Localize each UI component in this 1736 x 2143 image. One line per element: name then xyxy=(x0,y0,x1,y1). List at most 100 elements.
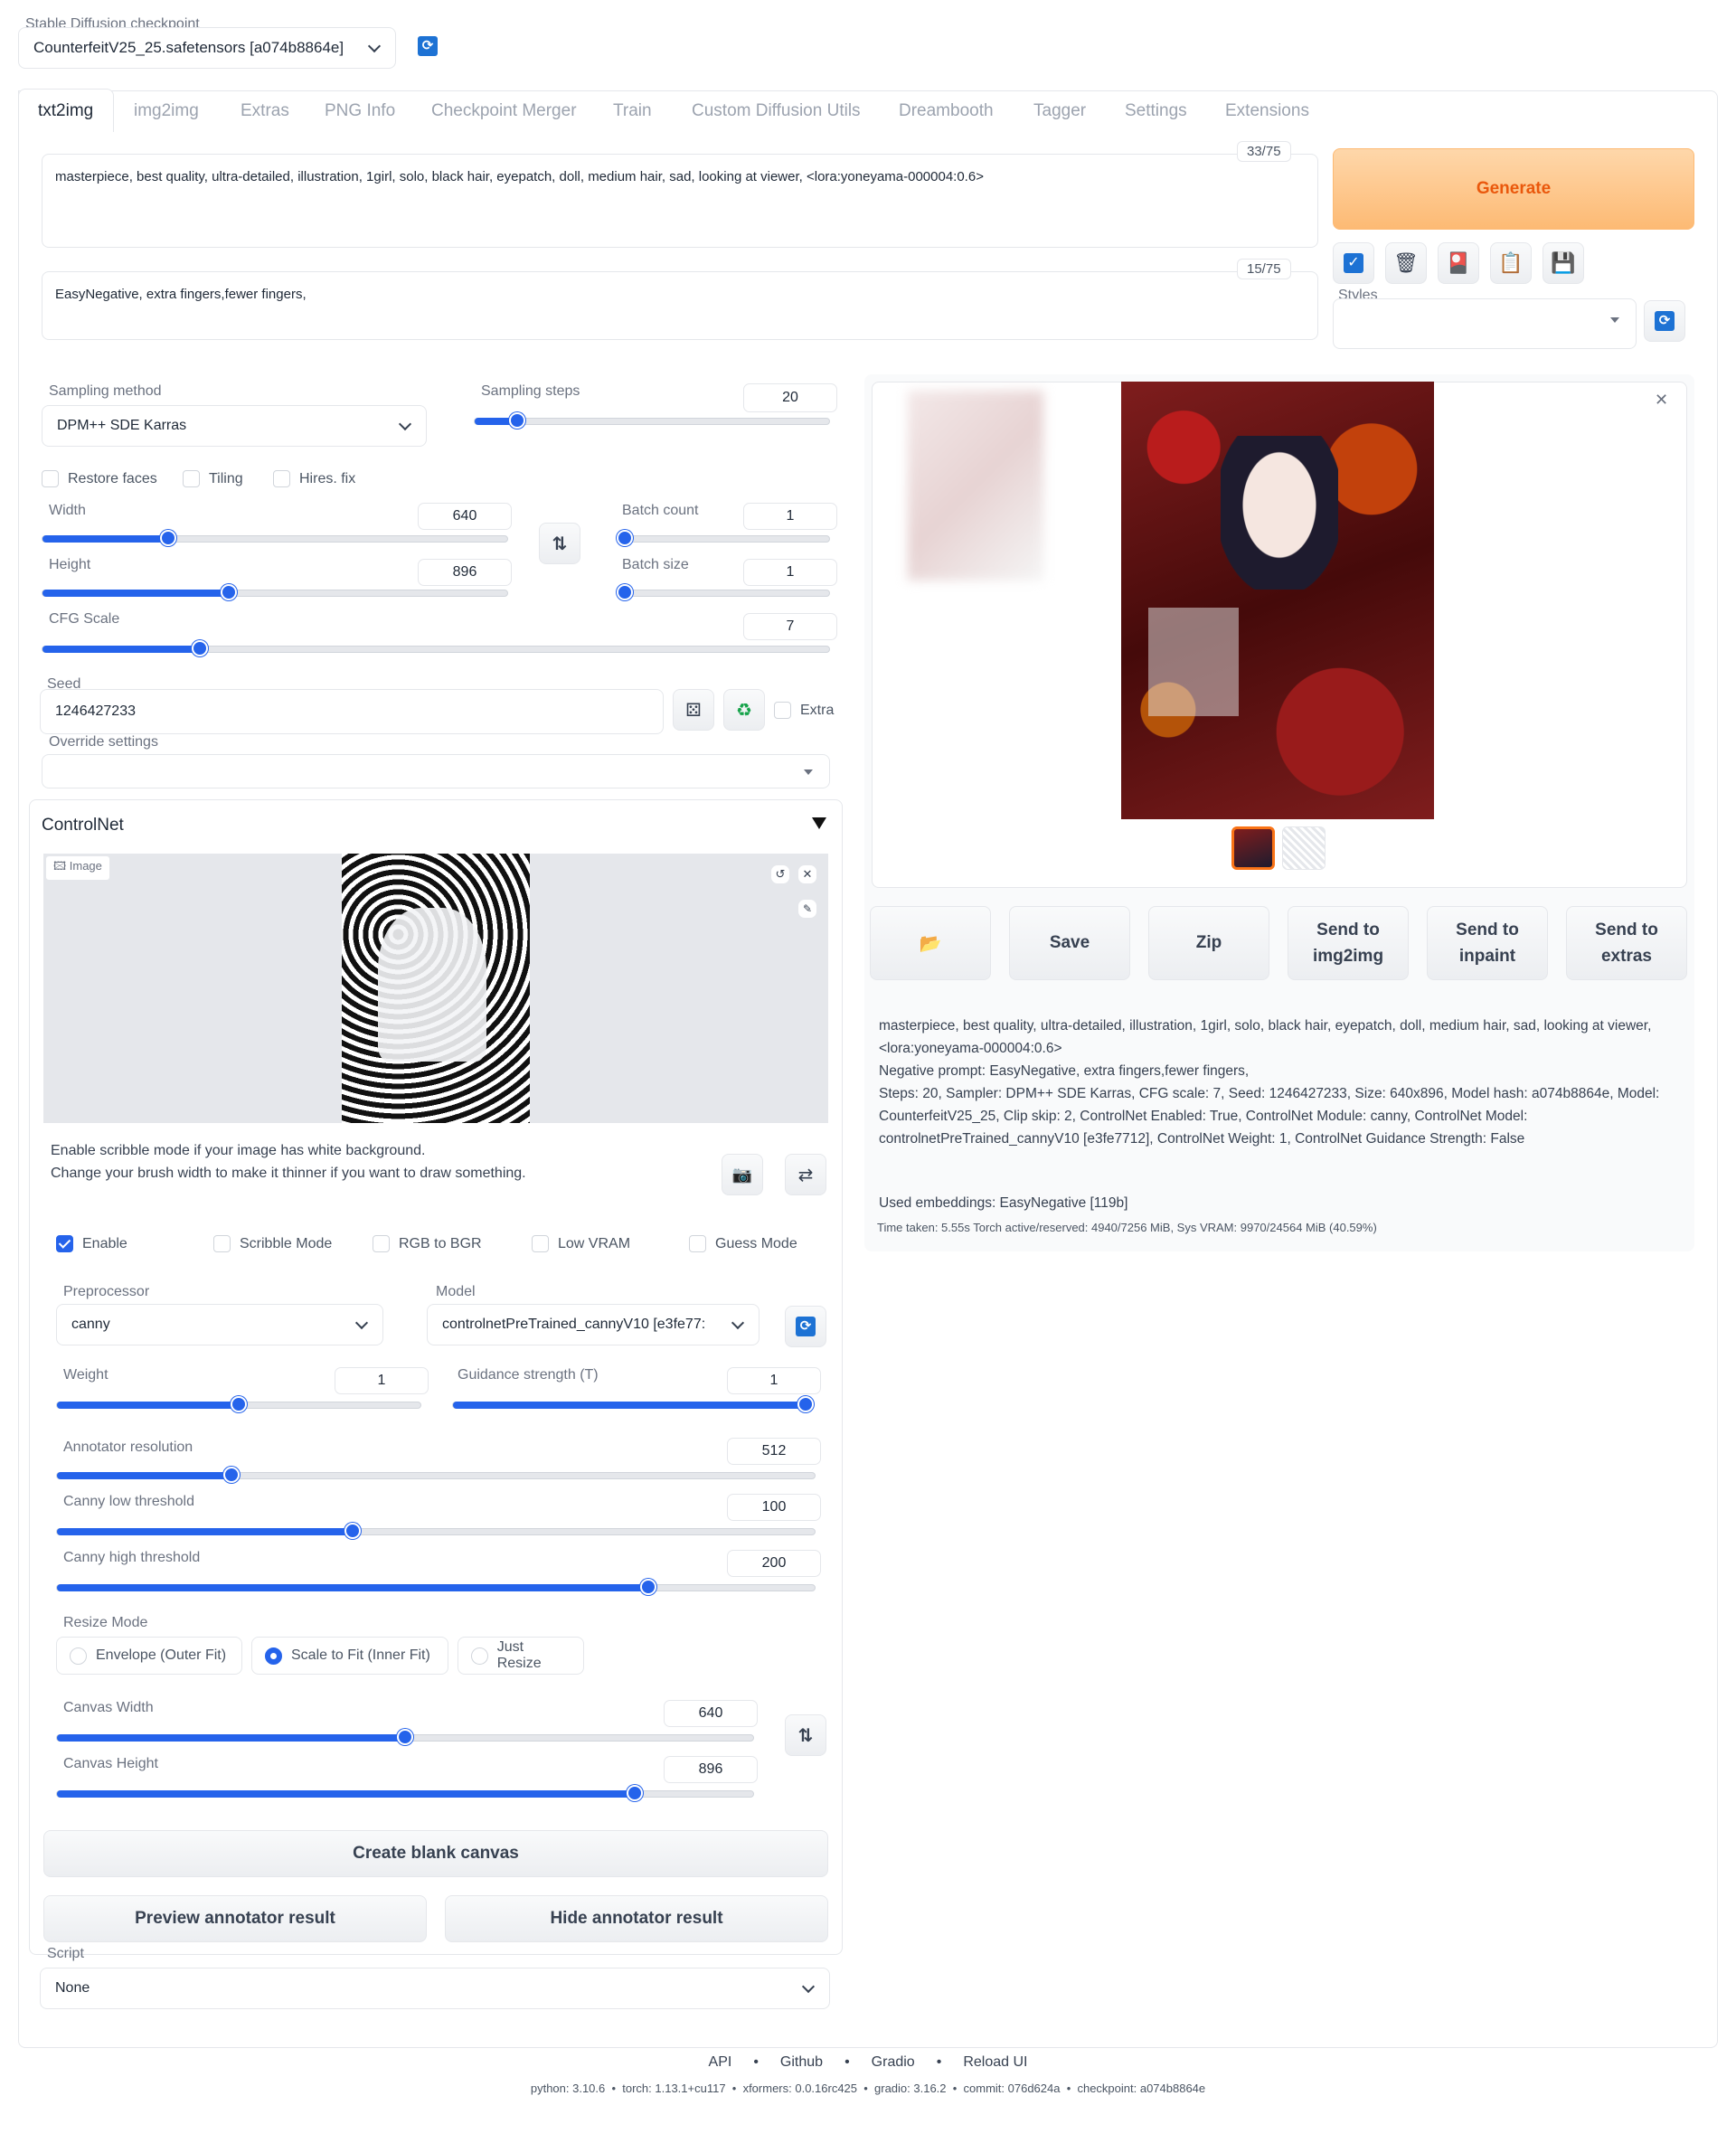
tab-img2img[interactable]: img2img xyxy=(134,101,199,121)
annotator-resolution-slider[interactable] xyxy=(56,1467,816,1483)
height-input[interactable]: 896 xyxy=(418,559,512,586)
slider-handle[interactable] xyxy=(344,1523,361,1539)
canvas-width-input[interactable]: 640 xyxy=(664,1700,758,1727)
checkbox[interactable] xyxy=(532,1235,549,1252)
weight-slider[interactable] xyxy=(56,1396,421,1412)
preprocessor-select[interactable]: canny xyxy=(56,1304,383,1345)
refresh-styles-button[interactable]: ⟳ xyxy=(1644,300,1685,342)
resize-envelope-radio[interactable]: Envelope (Outer Fit) xyxy=(56,1637,242,1675)
radio[interactable] xyxy=(471,1647,488,1665)
checkbox[interactable] xyxy=(183,470,200,487)
tab-custom-diffusion-utils[interactable]: Custom Diffusion Utils xyxy=(692,101,861,121)
checkbox[interactable] xyxy=(42,470,59,487)
slider-handle[interactable] xyxy=(220,584,237,600)
tab-dreambooth[interactable]: Dreambooth xyxy=(899,101,994,121)
thumbnail-annotator[interactable] xyxy=(1282,826,1326,870)
checkbox[interactable] xyxy=(213,1235,231,1252)
collapse-triangle-icon[interactable] xyxy=(812,817,826,829)
styles-select[interactable] xyxy=(1333,298,1637,349)
cfg-scale-input[interactable]: 7 xyxy=(743,613,837,640)
checkbox[interactable] xyxy=(373,1235,390,1252)
sampling-method-select[interactable]: DPM++ SDE Karras xyxy=(42,405,427,447)
canny-low-slider[interactable] xyxy=(56,1523,816,1539)
resize-just-resize-radio[interactable]: Just Resize xyxy=(458,1637,584,1675)
slider-handle[interactable] xyxy=(222,1467,240,1483)
open-folder-button[interactable]: 📂 xyxy=(870,906,991,980)
batch-count-input[interactable]: 1 xyxy=(743,503,837,530)
slider-handle[interactable] xyxy=(231,1396,247,1412)
thumbnail-result[interactable] xyxy=(1231,826,1275,870)
tab-extras[interactable]: Extras xyxy=(241,101,289,121)
hide-annotator-button[interactable]: Hide annotator result xyxy=(445,1895,828,1942)
checkbox[interactable] xyxy=(689,1235,706,1252)
tab-train[interactable]: Train xyxy=(613,101,652,121)
tiling-checkbox[interactable]: Tiling xyxy=(183,470,243,487)
checkbox[interactable] xyxy=(774,702,791,719)
save-style-button[interactable]: 💾 xyxy=(1543,242,1584,284)
script-select[interactable]: None xyxy=(40,1968,830,2009)
slider-handle[interactable] xyxy=(192,640,208,656)
low-vram-checkbox[interactable]: Low VRAM xyxy=(532,1235,630,1252)
save-button[interactable]: Save xyxy=(1009,906,1130,980)
footer-link-gradio[interactable]: Gradio xyxy=(872,2054,915,2071)
tab-checkpoint-merger[interactable]: Checkpoint Merger xyxy=(431,101,577,121)
tab-txt2img[interactable]: txt2img xyxy=(38,101,93,121)
slider-handle[interactable] xyxy=(509,412,526,429)
footer-link-github[interactable]: Github xyxy=(780,2054,823,2071)
model-select[interactable]: controlnetPreTrained_cannyV10 [e3fe77: xyxy=(427,1304,760,1345)
paste-button[interactable]: 📋 xyxy=(1490,242,1532,284)
send-to-extras-button[interactable]: Send to extras xyxy=(1566,906,1687,980)
canvas-height-slider[interactable] xyxy=(56,1785,754,1801)
slider-handle[interactable] xyxy=(617,584,633,600)
slider-handle[interactable] xyxy=(627,1785,644,1801)
width-slider[interactable] xyxy=(42,530,508,546)
batch-count-slider[interactable] xyxy=(617,530,830,546)
trash-button[interactable]: 🗑 xyxy=(1385,242,1427,284)
zip-button[interactable]: Zip xyxy=(1148,906,1269,980)
negative-prompt-textarea[interactable]: EasyNegative, extra fingers,fewer finger… xyxy=(42,271,1318,340)
cfg-scale-slider[interactable] xyxy=(42,640,830,656)
footer-link-api[interactable]: API xyxy=(709,2054,732,2071)
sampling-steps-input[interactable]: 20 xyxy=(743,383,837,412)
sampling-steps-slider[interactable] xyxy=(474,412,830,429)
camera-button[interactable]: 📷 xyxy=(722,1154,763,1195)
interrupt-button[interactable]: ✓ xyxy=(1333,242,1374,284)
guidance-strength-input[interactable]: 1 xyxy=(727,1367,821,1394)
slider-handle[interactable] xyxy=(159,530,176,546)
tab-tagger[interactable]: Tagger xyxy=(1033,101,1086,121)
checkbox[interactable] xyxy=(273,470,290,487)
batch-size-slider[interactable] xyxy=(617,584,830,600)
slider-handle[interactable] xyxy=(797,1396,814,1412)
footer-link-reload-ui[interactable]: Reload UI xyxy=(963,2054,1027,2071)
height-slider[interactable] xyxy=(42,584,508,600)
generated-image[interactable] xyxy=(1121,382,1434,819)
tab-extensions[interactable]: Extensions xyxy=(1225,101,1309,121)
checkpoint-select[interactable]: CounterfeitV25_25.safetensors [a074b8864… xyxy=(18,27,396,69)
radio[interactable] xyxy=(70,1647,87,1665)
tab-png-info[interactable]: PNG Info xyxy=(325,101,395,121)
canny-high-slider[interactable] xyxy=(56,1579,816,1595)
weight-input[interactable]: 1 xyxy=(335,1367,429,1394)
send-to-inpaint-button[interactable]: Send to inpaint xyxy=(1427,906,1548,980)
swap-canvas-button[interactable]: ⇅ xyxy=(785,1714,826,1756)
undo-button[interactable]: ↺ xyxy=(770,864,790,884)
checkbox-checked[interactable] xyxy=(56,1235,73,1252)
controlnet-title[interactable]: ControlNet xyxy=(42,816,124,835)
refresh-models-button[interactable]: ⟳ xyxy=(785,1306,826,1347)
batch-size-input[interactable]: 1 xyxy=(743,559,837,586)
preview-annotator-button[interactable]: Preview annotator result xyxy=(43,1895,427,1942)
slider-handle[interactable] xyxy=(397,1729,413,1745)
canvas-width-slider[interactable] xyxy=(56,1729,754,1745)
guidance-strength-slider[interactable] xyxy=(452,1396,814,1412)
clear-image-button[interactable]: ✕ xyxy=(797,864,817,884)
swap-dimensions-button[interactable]: ⇅ xyxy=(539,523,580,564)
swap-image-button[interactable]: ⇄ xyxy=(785,1154,826,1195)
scribble-mode-checkbox[interactable]: Scribble Mode xyxy=(213,1235,332,1252)
refresh-checkpoint-button[interactable]: ⟳ xyxy=(418,36,438,56)
annotator-resolution-input[interactable]: 512 xyxy=(727,1438,821,1465)
create-blank-canvas-button[interactable]: Create blank canvas xyxy=(43,1830,828,1877)
rgb-to-bgr-checkbox[interactable]: RGB to BGR xyxy=(373,1235,482,1252)
generate-button[interactable]: Generate xyxy=(1333,148,1694,230)
width-input[interactable]: 640 xyxy=(418,503,512,530)
random-seed-button[interactable]: ⚄ xyxy=(673,689,714,731)
